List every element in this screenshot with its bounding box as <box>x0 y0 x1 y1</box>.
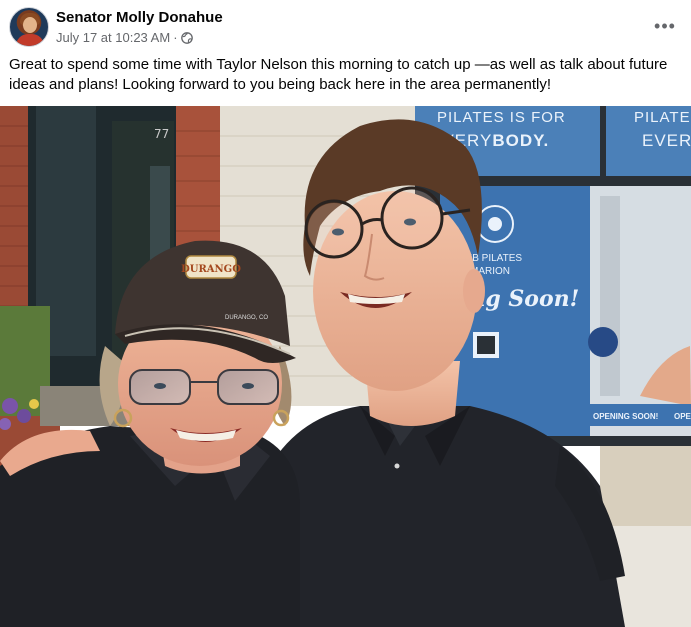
cap-brim-text: DURANGO, CO <box>225 315 268 321</box>
sign-right-2: EVER <box>642 131 691 150</box>
selfie-photo: 77 PILATES IS FOR EVERYBODY. PILATE EVER… <box>0 106 691 627</box>
cap-logo-text: DURANGO <box>181 264 241 275</box>
post-timestamp[interactable]: July 17 at 10:23 AM <box>56 30 170 45</box>
post-photo[interactable]: 77 PILATES IS FOR EVERYBODY. PILATE EVER… <box>0 106 691 627</box>
more-options-button[interactable]: ••• <box>651 12 679 40</box>
meta-separator: · <box>173 30 178 45</box>
post-meta: July 17 at 10:23 AM · <box>56 30 193 45</box>
post-text: Great to spend some time with Taylor Nel… <box>9 56 668 93</box>
sign-top-line2b: BODY. <box>492 131 549 150</box>
author-avatar[interactable] <box>9 7 49 47</box>
sign-right-1: PILATE <box>634 109 691 126</box>
post-header: Senator Molly Donahue July 17 at 10:23 A… <box>0 0 691 52</box>
sign-top-line1: PILATES IS FOR <box>437 109 566 126</box>
opening-soon-text-2: OPE <box>674 412 691 421</box>
club-line1: UB PILATES <box>465 253 522 264</box>
building-number: 77 <box>154 127 169 141</box>
opening-soon-text: OPENING SOON! <box>593 412 658 421</box>
author-name[interactable]: Senator Molly Donahue <box>56 9 223 26</box>
globe-icon <box>180 31 193 44</box>
